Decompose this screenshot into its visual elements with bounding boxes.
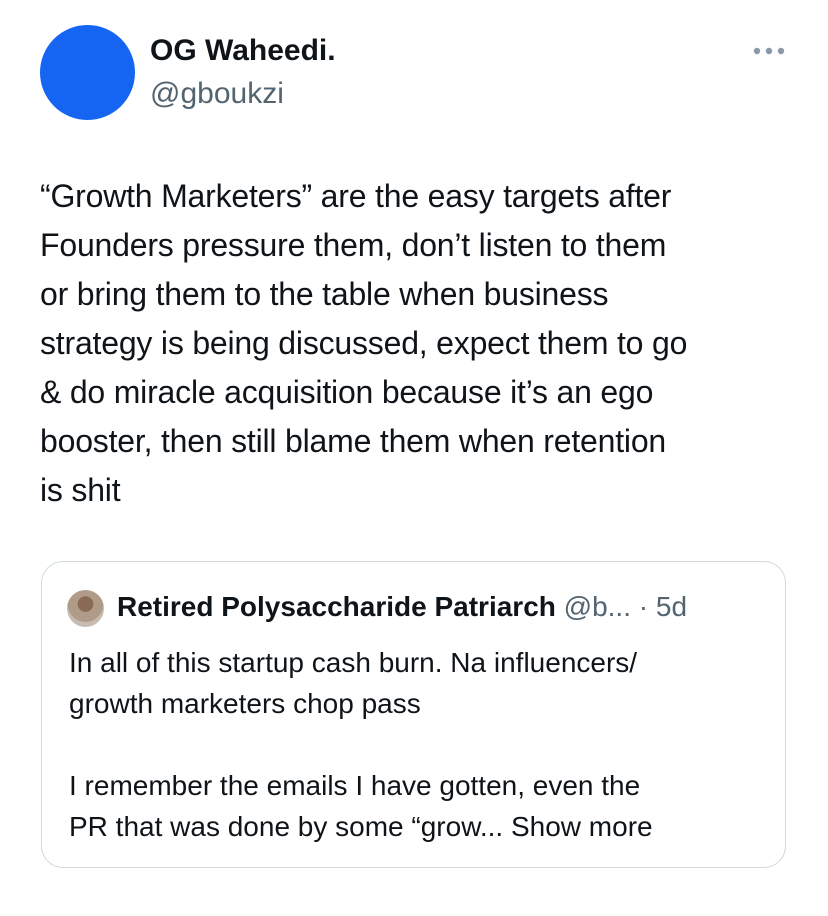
quoted-timestamp[interactable]: 5d (656, 591, 687, 622)
quoted-tweet-header: Retired Polysaccharide Patriarch @b... ·… (117, 589, 687, 625)
more-horizontal-icon (753, 47, 785, 55)
quoted-tweet-text: In all of this startup cash burn. Na inf… (69, 642, 769, 847)
quoted-author-handle: @b... (563, 591, 631, 622)
tweet-text: “Growth Marketers” are the easy targets … (40, 178, 688, 508)
author-handle[interactable]: @gboukzi (150, 76, 284, 112)
quoted-text-paragraph-1: In all of this startup cash burn. Na inf… (69, 647, 638, 719)
quoted-separator: · (638, 591, 649, 622)
show-more-link[interactable]: Show more (511, 811, 653, 842)
quoted-author-avatar (67, 590, 104, 627)
quoted-author-display-name: Retired Polysaccharide Patriarch (117, 591, 556, 622)
more-options-button[interactable] (750, 36, 788, 66)
author-display-name[interactable]: OG Waheedi. (150, 33, 336, 69)
author-avatar[interactable] (40, 25, 135, 120)
quoted-tweet-card[interactable]: Retired Polysaccharide Patriarch @b... ·… (41, 561, 786, 868)
